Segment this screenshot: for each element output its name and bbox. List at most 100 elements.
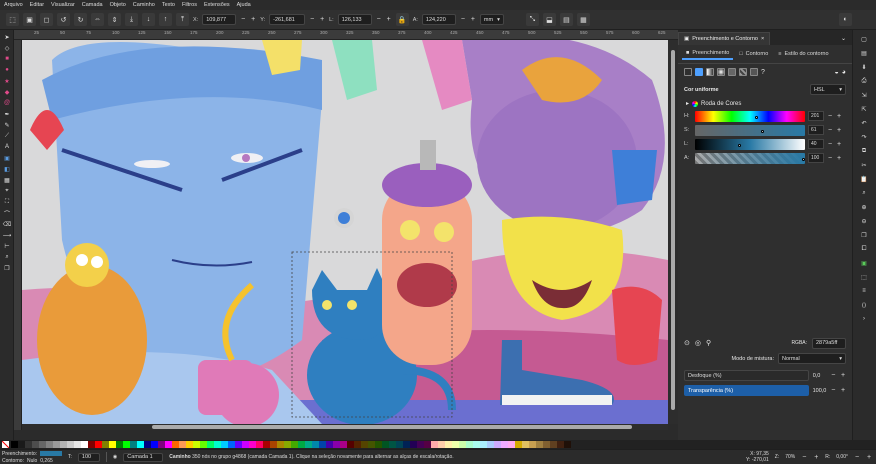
color-swatch[interactable] [529,441,536,448]
star-tool-icon[interactable]: ★ [2,76,12,86]
color-swatch[interactable] [39,441,46,448]
color-swatch[interactable] [508,441,515,448]
menu-edit[interactable]: Editar [30,2,44,8]
select-all-layers-icon[interactable]: ▣ [23,13,36,26]
scale-stroke-icon[interactable]: ⤡ [525,13,539,26]
color-swatch[interactable] [319,441,326,448]
print-icon[interactable]: ⎙ [859,76,869,86]
minus-icon[interactable]: − [854,454,860,461]
color-swatch[interactable] [144,441,151,448]
plus-icon[interactable]: + [813,454,819,461]
menu-file[interactable]: Arquivo [4,2,23,8]
color-swatch[interactable] [179,441,186,448]
color-swatch[interactable] [116,441,123,448]
chevron-down-icon[interactable]: ⌄ [841,35,846,42]
undo-icon[interactable]: ↶ [859,118,869,128]
color-swatch[interactable] [445,441,452,448]
horizontal-scrollbar[interactable] [22,424,668,430]
deselect-icon[interactable]: ◻ [40,13,53,26]
color-swatch[interactable] [410,441,417,448]
color-swatch[interactable] [382,441,389,448]
menu-help[interactable]: Ajuda [237,2,251,8]
color-swatch[interactable] [557,441,564,448]
plus-icon[interactable]: + [836,127,842,134]
vertical-scroll-thumb[interactable] [671,50,675,410]
saturation-value[interactable]: 61 [808,125,824,135]
vertical-scrollbar[interactable] [668,40,678,424]
color-swatch[interactable] [389,441,396,448]
clone-icon[interactable]: ⧠ [859,244,869,254]
redo-icon[interactable]: ↷ [859,132,869,142]
select-all-icon[interactable]: ⬚ [6,13,19,26]
unit-select[interactable]: mm ▾ [479,14,504,25]
color-swatch[interactable] [95,441,102,448]
zoom-selection-icon[interactable]: ⌕ [859,188,869,198]
color-swatch[interactable] [46,441,53,448]
color-swatch[interactable] [438,441,445,448]
hue-slider-knob[interactable] [755,115,759,119]
color-swatch[interactable] [417,441,424,448]
raise-icon[interactable]: ↑ [159,13,172,26]
open-icon[interactable]: ▤ [859,48,869,58]
color-managed-icon[interactable]: ◎ [695,339,701,347]
color-swatch[interactable] [522,441,529,448]
color-swatch[interactable] [501,441,508,448]
minus-icon[interactable]: − [830,387,836,394]
minus-icon[interactable]: − [460,16,466,23]
rotate-ccw-icon[interactable]: ↺ [57,13,70,26]
minus-icon[interactable]: − [830,372,836,379]
plus-icon[interactable]: + [250,16,256,23]
color-swatch[interactable] [326,441,333,448]
stroke-width[interactable]: 0,265 [40,458,53,464]
color-swatch[interactable] [340,441,347,448]
color-swatch[interactable] [235,441,242,448]
color-swatch[interactable] [228,441,235,448]
transform-patterns-icon[interactable]: ▦ [576,13,590,26]
color-swatch[interactable] [270,441,277,448]
connector-tool-icon[interactable]: ⟶ [2,230,12,240]
group-icon[interactable]: ▣ [859,258,869,268]
color-swatch[interactable] [284,441,291,448]
vertical-ruler[interactable] [14,40,22,430]
color-swatch[interactable] [550,441,557,448]
plus-icon[interactable]: + [836,113,842,120]
align-icon[interactable]: ≡ [859,286,869,296]
color-swatch[interactable] [305,441,312,448]
zoom-page-icon[interactable]: ⊖ [859,216,869,226]
color-swatch[interactable] [193,441,200,448]
tab-fill[interactable]: ■ Preenchimento [682,48,734,60]
color-swatch[interactable] [452,441,459,448]
spray-tool-icon[interactable]: ▣ [2,153,12,163]
selector-tool-icon[interactable]: ➤ [2,32,12,42]
tab-stroke-style[interactable]: ≡ Estilo do contorno [774,48,832,60]
color-swatch[interactable] [123,441,130,448]
radial-gradient-icon[interactable] [717,68,725,76]
fill-rule-evenodd-icon[interactable]: ◒ [835,69,839,76]
menu-layer[interactable]: Camada [82,2,103,8]
lightness-value[interactable]: 40 [808,139,824,149]
color-picker-icon[interactable]: ⊙ [684,339,690,347]
width-field[interactable]: 126,133 [337,14,372,25]
tab-fill-stroke[interactable]: ▣ Preenchimento e Contorno × [678,32,771,45]
color-swatch[interactable] [207,441,214,448]
pencil-tool-icon[interactable]: ✎ [2,120,12,130]
color-swatch[interactable] [242,441,249,448]
unset-paint-icon[interactable]: ? [761,69,765,76]
plus-icon[interactable]: + [866,454,872,461]
color-swatch[interactable] [431,441,438,448]
minus-icon[interactable]: − [309,16,315,23]
scale-corners-icon[interactable]: ⬓ [542,13,556,26]
color-swatch[interactable] [494,441,501,448]
color-swatch[interactable] [60,441,67,448]
ellipse-tool-icon[interactable]: ● [2,65,12,75]
mesh-tool-icon[interactable]: ▦ [2,175,12,185]
horizontal-scroll-thumb[interactable] [152,425,632,429]
color-swatch[interactable] [109,441,116,448]
zoom-tool-icon[interactable]: ⌕ [2,252,12,262]
color-swatch[interactable] [354,441,361,448]
opacity-value[interactable]: 100,0 [813,388,827,394]
color-swatch[interactable] [172,441,179,448]
duplicate-icon[interactable]: ❐ [859,230,869,240]
3d-box-tool-icon[interactable]: ◆ [2,87,12,97]
minus-icon[interactable]: − [827,127,833,134]
